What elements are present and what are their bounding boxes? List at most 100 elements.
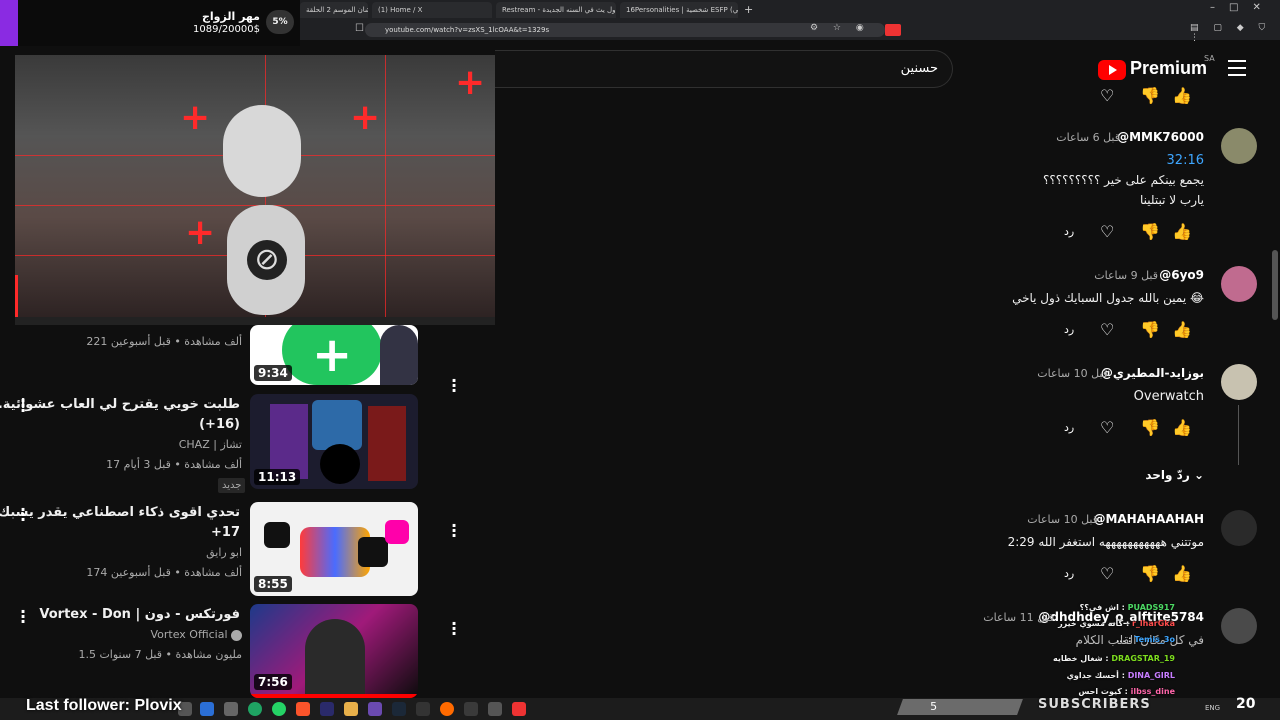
view-replies-button[interactable]: ردّ واحد ⌄: [1145, 468, 1204, 482]
player-controls-strip[interactable]: [15, 317, 495, 325]
like-icon[interactable]: 👍: [1172, 86, 1192, 105]
logo-text: Premium: [1130, 58, 1208, 78]
avatar[interactable]: [1221, 128, 1257, 164]
avatar[interactable]: [1221, 266, 1257, 302]
video-title-line2[interactable]: (16+): [199, 417, 240, 432]
video-thumbnail[interactable]: 8:55: [250, 502, 418, 596]
comment-time[interactable]: قبل 9 ساعات: [1094, 269, 1158, 282]
explorer-icon[interactable]: [344, 702, 358, 716]
comment-actions: رد ♡ 👎 👍: [1064, 564, 1204, 586]
dislike-icon[interactable]: 👎: [1140, 86, 1160, 105]
whatsapp-icon[interactable]: [272, 702, 286, 716]
timestamp-link[interactable]: 32:16: [1167, 153, 1204, 168]
bookmark-icon[interactable]: ☐: [355, 23, 364, 34]
browser-tab[interactable]: جاكي شان الموسم 2 الحلقة: [300, 2, 368, 18]
extension-icons[interactable]: ⚙ ☆ ◉: [810, 23, 870, 33]
steam-icon[interactable]: [392, 702, 406, 716]
goal-title: مهر الزواج: [201, 10, 260, 23]
video-title-line2[interactable]: 17+: [211, 525, 240, 540]
like-icon[interactable]: 👍: [1172, 320, 1192, 339]
chat-line: كأنه مسوي خيرر : r_lharGka: [1058, 619, 1175, 628]
comment-actions: رد ♡ 👎 👍: [1064, 418, 1204, 440]
app-icon[interactable]: [488, 702, 502, 716]
copilot-icon[interactable]: [200, 702, 214, 716]
browser-tab[interactable]: Restream - اول يث في السنه الجديدة: [496, 2, 616, 18]
brave-icon[interactable]: [296, 702, 310, 716]
heart-icon[interactable]: ♡: [1100, 222, 1114, 241]
dislike-icon[interactable]: 👎: [1140, 564, 1160, 583]
comment-time[interactable]: قبل 6 ساعات: [1056, 131, 1120, 144]
browser-tab[interactable]: (1) Home / X: [372, 2, 492, 18]
taskview-icon[interactable]: [224, 702, 238, 716]
comment-author[interactable]: @بوزايد-المطيري: [1101, 366, 1204, 380]
url-input[interactable]: youtube.com/watch?v=zsXS_1lcOAA&t=1329s: [365, 23, 885, 37]
like-icon[interactable]: 👍: [1172, 564, 1192, 583]
window-controls[interactable]: –□✕: [1210, 2, 1275, 13]
video-thumbnail[interactable]: + 9:34: [250, 325, 418, 385]
video-duration: 8:55: [254, 576, 292, 592]
video-meta: 1.5 مليون مشاهدة • قبل 7 سنوات: [78, 648, 242, 661]
search-input[interactable]: حسنين: [495, 50, 953, 88]
video-thumbnail[interactable]: 7:56: [250, 604, 418, 698]
chevron-down-icon: ⌄: [1193, 468, 1204, 482]
firefox-icon[interactable]: [440, 702, 454, 716]
hamburger-menu-icon[interactable]: [1228, 60, 1246, 76]
channel-name[interactable]: Vortex Official: [150, 628, 242, 641]
brave-shield-icon[interactable]: [885, 24, 901, 36]
comment-author[interactable]: @MMK76000: [1117, 130, 1204, 144]
video-title[interactable]: طلبت خويي يقترح لي العاب عشوائية...: [0, 397, 240, 412]
comment-text: 2:29 موتتني هههههههههههه استغفر الله: [1007, 535, 1204, 549]
video-title[interactable]: فورتكس - دون | Vortex - Don: [39, 607, 240, 622]
channel-name[interactable]: CHAZ | تشاز: [179, 438, 242, 451]
comment-time[interactable]: قبل 10 ساعات: [1037, 367, 1108, 380]
language-indicator[interactable]: ENG: [1205, 704, 1220, 712]
goal-amount: 1089/20000$: [193, 24, 260, 35]
avatar[interactable]: [1221, 364, 1257, 400]
reply-button[interactable]: رد: [1064, 567, 1074, 580]
scrollbar[interactable]: [1272, 250, 1278, 320]
more-options-icon[interactable]: · · ·: [449, 518, 459, 544]
heart-icon[interactable]: ♡: [1100, 86, 1114, 105]
reply-button[interactable]: رد: [1064, 225, 1074, 238]
search-query: حسنين: [900, 61, 938, 76]
new-badge: جديد: [218, 478, 246, 493]
heart-icon[interactable]: ♡: [1100, 320, 1114, 339]
comment-time[interactable]: قبل 10 ساعات: [1027, 513, 1098, 526]
toolbar-icons[interactable]: ▤ ▢ ◆ ⛉ ⋮: [1190, 23, 1280, 43]
premiere-icon[interactable]: [320, 702, 334, 716]
app-icon[interactable]: [368, 702, 382, 716]
dislike-icon[interactable]: 👎: [1140, 418, 1160, 437]
avatar[interactable]: [1221, 510, 1257, 546]
channel-name[interactable]: ابو رايق: [206, 546, 242, 559]
chrome-icon[interactable]: [248, 702, 262, 716]
video-title[interactable]: تحدي اقوى ذكاء اصطناعي يقدر يسبك 😡 !: [0, 505, 240, 520]
reply-button[interactable]: رد: [1064, 421, 1074, 434]
reply-button[interactable]: رد: [1064, 323, 1074, 336]
video-thumbnail[interactable]: 11:13: [250, 394, 418, 489]
heart-icon[interactable]: ♡: [1100, 564, 1114, 583]
youtube-premium-logo[interactable]: Premium SA: [1098, 54, 1216, 82]
video-duration: 7:56: [254, 674, 292, 690]
heart-icon[interactable]: ♡: [1100, 418, 1114, 437]
app-icon[interactable]: [512, 702, 526, 716]
more-options-icon[interactable]: · · ·: [18, 604, 28, 630]
video-meta: 17 ألف مشاهدة • قبل 3 أيام: [106, 458, 242, 471]
browser-tab[interactable]: 16Personalities | شخصية ESFP (مسلي): [620, 2, 738, 18]
comment-author[interactable]: @6yo9: [1159, 268, 1204, 282]
dislike-icon[interactable]: 👎: [1140, 320, 1160, 339]
obs-icon[interactable]: [416, 702, 430, 716]
more-options-icon[interactable]: · · ·: [18, 502, 28, 528]
more-options-icon[interactable]: · · ·: [18, 393, 28, 419]
comment-author[interactable]: @MAHAHAAHAH: [1093, 512, 1204, 526]
dislike-icon[interactable]: 👎: [1140, 222, 1160, 241]
like-icon[interactable]: 👍: [1172, 222, 1192, 241]
app-icon[interactable]: [464, 702, 478, 716]
new-tab-button[interactable]: +: [744, 3, 753, 16]
goal-percent-badge: 5%: [266, 10, 294, 34]
miniplayer-video[interactable]: + + + + ⊘: [15, 55, 495, 325]
more-options-icon[interactable]: · · ·: [449, 373, 459, 399]
like-icon[interactable]: 👍: [1172, 418, 1192, 437]
avatar[interactable]: [1221, 608, 1257, 644]
more-options-icon[interactable]: · · ·: [449, 616, 459, 642]
last-follower-overlay: Last follower: Plovix: [26, 697, 182, 714]
